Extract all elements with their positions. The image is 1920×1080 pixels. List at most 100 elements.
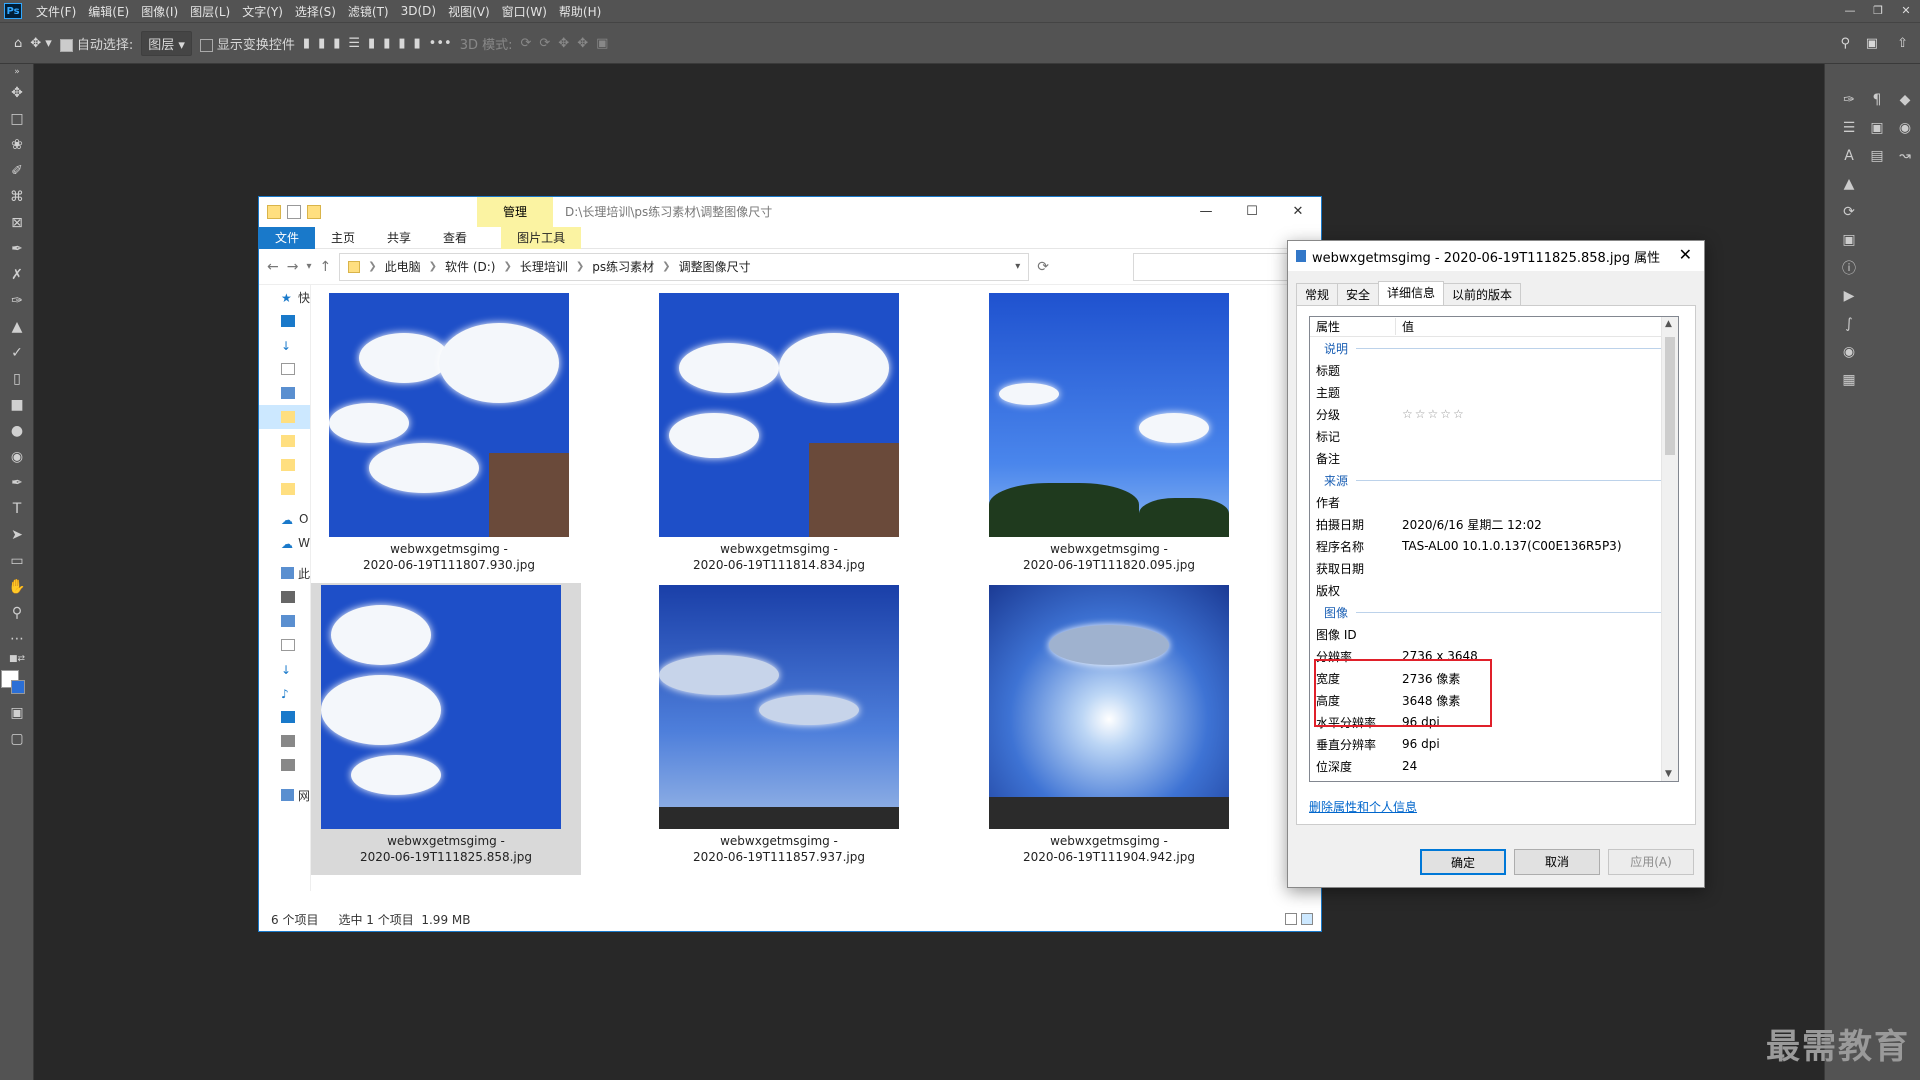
path-select-tool-icon[interactable]: ➤ <box>0 522 34 548</box>
zoom-tool-icon[interactable]: ⚲ <box>0 600 34 626</box>
auto-select-checkbox[interactable]: 自动选择: <box>59 34 133 53</box>
tab-previous-versions[interactable]: 以前的版本 <box>1443 283 1522 305</box>
apply-button[interactable]: 应用(A) <box>1608 849 1694 875</box>
property-row[interactable]: 获取日期 <box>1310 557 1678 579</box>
distribute-vertical-icon[interactable]: ▮ <box>414 36 421 51</box>
nav-network[interactable]: 网 <box>259 783 310 807</box>
nav-item[interactable] <box>259 453 310 477</box>
tab-general[interactable]: 常规 <box>1296 283 1339 305</box>
close-icon[interactable]: ✕ <box>1679 245 1692 264</box>
menu-image[interactable]: 图像(I) <box>135 3 184 20</box>
file-item[interactable]: webwxgetmsgimg - 2020-06-19T111820.095.jp… <box>979 291 1229 583</box>
file-item[interactable]: webwxgetmsgimg - 2020-06-19T111807.930.jp… <box>319 291 569 583</box>
hand-tool-icon[interactable]: ✋ <box>0 574 34 600</box>
3d-slide-icon[interactable]: ✥ <box>577 36 588 51</box>
stamp-tool-icon[interactable]: ▲ <box>0 314 34 340</box>
lasso-tool-icon[interactable]: ❀ <box>0 132 34 158</box>
scroll-thumb[interactable] <box>1665 337 1675 455</box>
breadcrumb-item[interactable]: ps练习素材 <box>592 258 654 275</box>
menu-select[interactable]: 选择(S) <box>289 3 342 20</box>
maximize-icon[interactable]: ☐ <box>1229 197 1275 227</box>
menu-layer[interactable]: 图层(L) <box>184 3 236 20</box>
color-swatches-icon[interactable] <box>0 666 34 700</box>
close-icon[interactable]: ✕ <box>1275 197 1321 227</box>
close-icon[interactable]: ✕ <box>1892 0 1920 22</box>
menu-3d[interactable]: 3D(D) <box>395 4 442 18</box>
nav-item[interactable] <box>259 477 310 501</box>
back-icon[interactable]: ← <box>267 259 279 275</box>
breadcrumb-item[interactable]: 长理培训 <box>520 258 568 275</box>
gradient-tool-icon[interactable]: ■ <box>0 392 34 418</box>
tab-share[interactable]: 共享 <box>371 227 427 249</box>
property-row[interactable]: 标记 <box>1310 425 1678 447</box>
tab-security[interactable]: 安全 <box>1337 283 1380 305</box>
scroll-up-icon[interactable]: ▲ <box>1665 319 1672 329</box>
stamp-panel-icon[interactable]: ▲ <box>1837 172 1861 196</box>
large-icons-view-icon[interactable] <box>1301 913 1313 925</box>
collapse-icon[interactable]: » <box>0 64 34 80</box>
menu-view[interactable]: 视图(V) <box>442 3 496 20</box>
paragraph-panel-icon[interactable]: ¶ <box>1865 88 1889 112</box>
property-row[interactable]: 程序名称 TAS-AL00 10.1.0.137(C00E136R5P3) <box>1310 535 1678 557</box>
history-brush-icon[interactable]: ✓ <box>0 340 34 366</box>
info-panel-icon[interactable]: ⓘ <box>1837 256 1861 280</box>
address-bar[interactable]: ❯ 此电脑 ❯ 软件 (D:) ❯ 长理培训 ❯ ps练习素材 ❯ 调整图像尺寸 ▾ <box>339 252 1030 281</box>
remove-properties-link[interactable]: 删除属性和个人信息 <box>1309 798 1417 815</box>
shape-tool-icon[interactable]: ▭ <box>0 548 34 574</box>
eraser-tool-icon[interactable]: ▯ <box>0 366 34 392</box>
layers-panel-icon[interactable]: ◆ <box>1893 88 1917 112</box>
layer-select[interactable]: 图层 ▾ <box>141 30 192 56</box>
move-tool-icon[interactable]: ✥ ▾ <box>30 36 52 51</box>
eyedropper-tool-icon[interactable]: ✒ <box>0 236 34 262</box>
more-tools-icon[interactable]: ⋯ <box>0 626 34 652</box>
screen-mode-icon[interactable]: ▢ <box>0 726 34 752</box>
3d-panel-icon[interactable]: ◉ <box>1837 340 1861 364</box>
align-bottom-icon[interactable]: ▮ <box>398 36 405 51</box>
quick-select-tool-icon[interactable]: ✐ <box>0 158 34 184</box>
nav-item[interactable] <box>259 753 310 777</box>
menu-filter[interactable]: 滤镜(T) <box>342 3 395 20</box>
3d-scale-icon[interactable]: ▣ <box>596 36 608 51</box>
up-icon[interactable]: ↑ <box>320 259 332 275</box>
home-icon[interactable]: ⌂ <box>14 36 22 51</box>
chevron-down-icon[interactable]: ▾ <box>1015 261 1020 272</box>
property-row[interactable]: 拍摄日期 2020/6/16 星期二 12:02 <box>1310 513 1678 535</box>
forward-icon[interactable]: → <box>287 259 299 275</box>
tab-view[interactable]: 查看 <box>427 227 483 249</box>
pen-tool-icon[interactable]: ✒ <box>0 470 34 496</box>
property-row[interactable]: 主题 <box>1310 381 1678 403</box>
adjustments-panel-icon[interactable]: ☰ <box>1837 116 1861 140</box>
align-center-icon[interactable]: ▮ <box>318 36 325 51</box>
breadcrumb-item[interactable]: 调整图像尺寸 <box>679 258 751 275</box>
nav-this-pc[interactable]: 此 <box>259 561 310 585</box>
align-left-icon[interactable]: ▮ <box>303 36 310 51</box>
file-item[interactable]: webwxgetmsgimg - 2020-06-19T111814.834.jp… <box>649 291 899 583</box>
tab-details[interactable]: 详细信息 <box>1378 281 1445 305</box>
tab-picture-tools[interactable]: 图片工具 <box>501 226 582 249</box>
tab-home[interactable]: 主页 <box>315 227 371 249</box>
property-row[interactable]: 位深度 24 <box>1310 755 1678 777</box>
breadcrumb-item[interactable]: 此电脑 <box>385 258 421 275</box>
search-input[interactable] <box>1133 252 1313 281</box>
property-row[interactable]: 图像 ID <box>1310 623 1678 645</box>
nav-wps[interactable]: ☁ W <box>259 531 310 555</box>
menu-window[interactable]: 窗口(W) <box>496 3 553 20</box>
file-item[interactable]: webwxgetmsgimg - 2020-06-19T111857.937.jp… <box>649 583 899 875</box>
scrollbar[interactable]: ▲ ▼ <box>1661 317 1678 781</box>
nav-item[interactable] <box>259 729 310 753</box>
properties-icon[interactable] <box>287 205 301 219</box>
minimize-icon[interactable]: — <box>1836 0 1864 22</box>
paths-panel-icon[interactable]: ↝ <box>1893 144 1917 168</box>
new-folder-icon[interactable] <box>307 205 321 219</box>
column-property[interactable]: 属性 <box>1310 318 1396 335</box>
nav-item[interactable]: ↓ <box>259 657 310 681</box>
manage-tab[interactable]: 管理 <box>477 197 553 227</box>
3d-roll-icon[interactable]: ⟳ <box>539 36 550 51</box>
search-icon[interactable]: ⚲ <box>1840 36 1850 51</box>
glyphs-panel-icon[interactable]: ∫ <box>1837 312 1861 336</box>
nav-item[interactable] <box>259 381 310 405</box>
menu-type[interactable]: 文字(Y) <box>236 3 289 20</box>
3d-rotate-icon[interactable]: ⟳ <box>520 36 531 51</box>
marquee-tool-icon[interactable]: □ <box>0 106 34 132</box>
distribute-icon[interactable]: ☰ <box>348 36 360 51</box>
